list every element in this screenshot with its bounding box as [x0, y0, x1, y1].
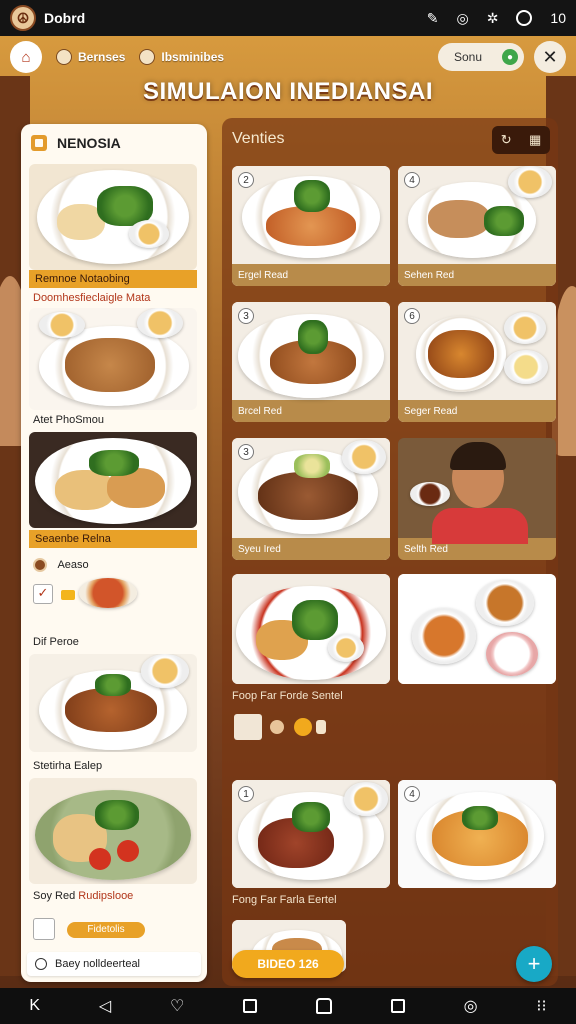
pen-icon: ✎	[426, 9, 439, 26]
soup-bowl-image	[79, 578, 137, 608]
target-icon: ◎	[456, 9, 469, 26]
top-bar: ⌂ Bernses Ibsminibes Sonu ● ✕	[0, 36, 576, 78]
status-dot-icon: ●	[502, 49, 518, 65]
section-caption: Fong Far Farla Eertel	[232, 894, 337, 906]
app-name: Dobrd	[44, 10, 86, 26]
menu-panel: NENOSIA Remnoe Notaobing Doomhesfieclaig…	[21, 124, 207, 982]
dish-card[interactable]: 3 Brcel Red	[232, 302, 390, 422]
heart-icon[interactable]: ♡	[170, 996, 184, 1016]
chip-label: Bernses	[78, 50, 126, 64]
list-item[interactable]: Soy Red Rudipslooe	[33, 890, 133, 902]
dish-image[interactable]	[29, 308, 197, 410]
card-label: Brcel Red	[232, 400, 390, 422]
home-nav-icon[interactable]	[315, 998, 332, 1014]
dish-card[interactable]: 4	[398, 780, 556, 888]
target-nav-icon[interactable]: ◎	[464, 996, 478, 1016]
dish-card[interactable]: 1	[232, 780, 390, 888]
dish-image[interactable]	[29, 778, 197, 884]
thumb-icon	[234, 714, 262, 740]
settings-icon: ✲	[486, 9, 499, 26]
dish-card[interactable]: 6 Seger Read	[398, 302, 556, 422]
circle-icon	[516, 10, 533, 26]
list-item-label[interactable]: Atet PhoSmou	[33, 414, 104, 426]
section-caption: Foop Far Forde Sentel	[232, 690, 343, 702]
card-label: Ergel Read	[232, 264, 390, 286]
dish-card[interactable]: Selth Red	[398, 438, 556, 560]
chip-icon	[139, 49, 156, 65]
clock-icon	[35, 958, 47, 970]
tag-icon	[61, 590, 75, 600]
signal-icon: ⁝⁝	[536, 998, 547, 1015]
card-label: Sehen Red	[398, 264, 556, 286]
item-label: Aeaso	[57, 558, 89, 571]
bottom-text: Baey nolldeerteal	[55, 958, 141, 970]
dish-card[interactable]: 3 Syeu Ired	[232, 438, 390, 560]
card-number: 1	[238, 786, 254, 802]
search-label: Sonu	[454, 50, 483, 64]
menu-icon	[31, 135, 47, 151]
list-item[interactable]: Seaenbe Relna	[29, 530, 197, 548]
chip-ibsminibes[interactable]: Ibsminibes	[139, 49, 224, 65]
item-label: Soy Red	[33, 890, 76, 902]
square-icon[interactable]	[390, 999, 405, 1013]
page-title: SIMULAION INEDIANSAI	[142, 78, 433, 105]
app-logo-icon: ☮	[10, 5, 36, 31]
dish-image[interactable]	[29, 164, 197, 270]
back-k-icon[interactable]: K	[29, 997, 40, 1015]
home-icon: ⌂	[21, 48, 31, 66]
dish-card[interactable]: 4 Sehen Red	[398, 166, 556, 286]
dish-image[interactable]	[29, 432, 197, 528]
bottom-input[interactable]: Baey nolldeerteal	[27, 952, 201, 976]
list-item[interactable]: Aeaso	[33, 558, 89, 572]
card-number: 3	[238, 308, 254, 324]
list-item-label[interactable]: Stetirha Ealep	[33, 760, 102, 772]
panel-actions: ↻ ▦	[492, 126, 550, 154]
coin-icon	[294, 718, 312, 736]
card-number: 3	[238, 444, 254, 460]
item-label: Seaenbe Relna	[35, 533, 111, 545]
search-button[interactable]: Sonu ●	[438, 43, 524, 71]
chip-icon	[56, 49, 72, 65]
add-button[interactable]: +	[516, 946, 552, 982]
card-number: 2	[238, 172, 254, 188]
chip-bernses[interactable]: Bernses	[56, 49, 125, 65]
dish-card[interactable]: 2 Ergel Read	[232, 166, 390, 286]
item-subtitle: Doomhesfieclaigle Mata	[33, 292, 151, 304]
dishes-panel: Venties ↻ ▦ 2 Ergel Read 4 Sehen Red 3 B…	[222, 118, 558, 986]
dish-card[interactable]	[232, 574, 390, 684]
card-number: 6	[404, 308, 420, 324]
list-item[interactable]: Remnoe Notaobing	[29, 270, 197, 288]
grid-icon[interactable]: ▦	[529, 132, 541, 148]
home-button[interactable]: ⌂	[10, 41, 42, 73]
thumb-icon	[33, 918, 55, 940]
back-icon[interactable]: ◁	[99, 996, 111, 1016]
dish-thumb-icon	[33, 558, 47, 572]
tag-icon	[316, 720, 326, 734]
card-number: 4	[404, 172, 420, 188]
menu-title: NENOSIA	[57, 135, 121, 151]
avatar-icon	[270, 720, 284, 734]
card-label: Syeu Ired	[232, 538, 390, 560]
chip-label: Ibsminibes	[161, 50, 225, 64]
close-icon: ✕	[542, 46, 558, 67]
item-accent: Rudipslooe	[78, 890, 134, 902]
dish-image[interactable]	[29, 654, 197, 752]
list-item-label[interactable]: Dif Peroe	[33, 636, 79, 648]
panel-title: Venties	[232, 130, 285, 147]
status-right-text: 10	[550, 10, 566, 26]
order-button[interactable]: BIDEO 126	[232, 950, 344, 978]
recents-icon[interactable]	[243, 999, 258, 1013]
plus-icon: +	[527, 951, 541, 976]
item-label: Remnoe Notaobing	[35, 273, 130, 285]
refresh-icon[interactable]: ↻	[501, 132, 512, 148]
badge[interactable]: Fidetolis	[67, 922, 145, 938]
status-bar: ☮ Dobrd ✎ ◎ ✲ 10	[0, 0, 576, 36]
close-button[interactable]: ✕	[534, 41, 566, 73]
card-label: Seger Read	[398, 400, 556, 422]
menu-header: NENOSIA	[21, 124, 207, 162]
dish-card[interactable]	[398, 574, 556, 684]
check-icon[interactable]: ✓	[33, 584, 53, 604]
system-nav-bar: K ◁ ♡ ◎ ⁝⁝	[0, 988, 576, 1024]
card-number: 4	[404, 786, 420, 802]
